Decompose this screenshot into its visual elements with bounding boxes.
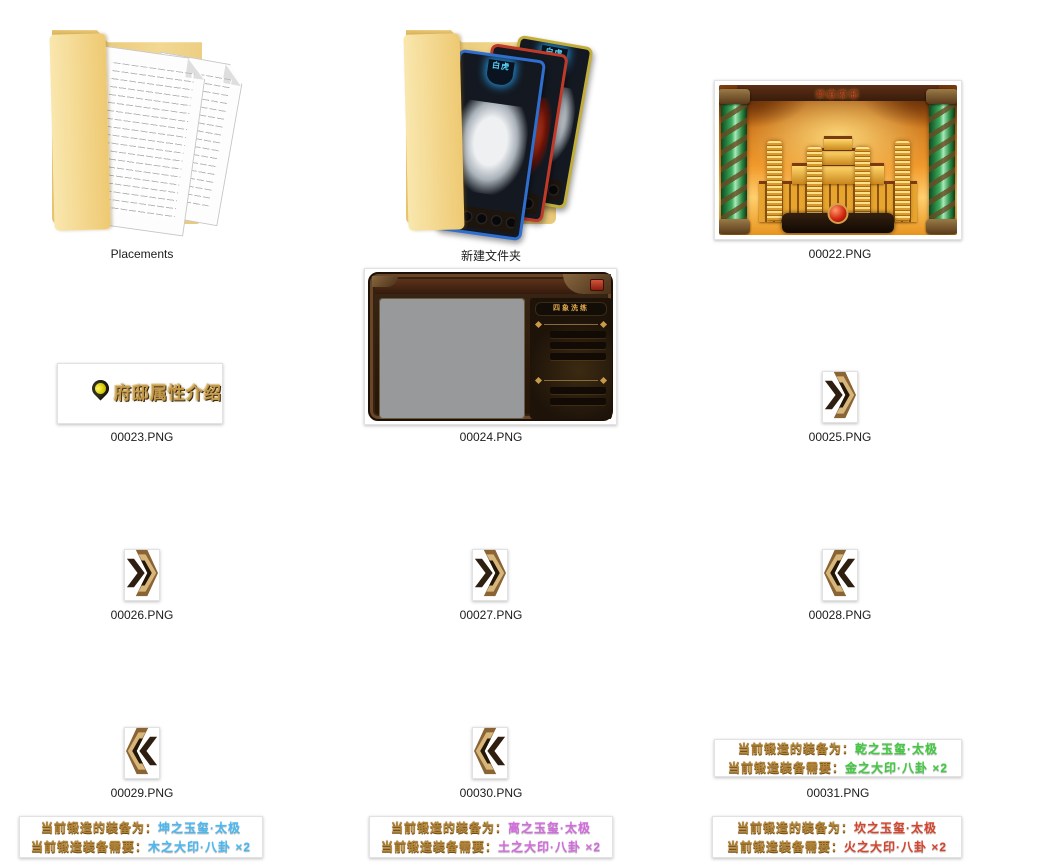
chevron-left-icon (824, 549, 856, 602)
file-label-00022[interactable]: 00022.PNG (809, 247, 872, 261)
mansion-attr-text: 府邸属性介绍 (114, 379, 222, 404)
folder-front (403, 33, 464, 230)
thumbnail-00025[interactable] (822, 371, 858, 423)
chevron-right-icon (126, 549, 158, 602)
chevron-right-icon (824, 371, 856, 424)
slot-bar (550, 353, 606, 360)
map-pin-icon (88, 376, 112, 400)
chevron-left-icon (126, 727, 158, 780)
gold-column (895, 141, 910, 221)
folder-placements-icon[interactable] (48, 8, 238, 240)
palace-title: 神庭府邸 (816, 90, 860, 100)
close-button[interactable] (590, 279, 604, 291)
game-dialog: 四象洗练 (368, 272, 613, 421)
file-label-00026[interactable]: 00026.PNG (111, 608, 174, 622)
thumbnail-00023[interactable]: 府邸属性介绍 (57, 363, 223, 424)
forge-line1: 当前锻造的装备为：离之玉玺·太极 (391, 819, 591, 836)
file-label-00024[interactable]: 00024.PNG (460, 430, 523, 444)
gold-column (855, 147, 870, 221)
thumbnail-00028[interactable] (822, 549, 858, 601)
forge-banner-purple[interactable]: 当前锻造的装备为：离之玉玺·太极 当前锻造装备需要：土之大印·八卦 ×2 (369, 816, 613, 858)
dialog-content-panel (379, 298, 525, 419)
palace-tier (792, 163, 884, 184)
file-label-00025[interactable]: 00025.PNG (809, 430, 872, 444)
slot-bar (550, 398, 606, 405)
thumbnail-00029[interactable] (124, 727, 160, 779)
forge-line1: 当前锻造的装备为：乾之玉玺·太极 (738, 740, 938, 757)
jade-pillar-left (721, 91, 747, 233)
jade-pillar-right (929, 91, 955, 233)
slot-bar (550, 331, 606, 338)
forge-line2: 当前锻造装备需要：木之大印·八卦 ×2 (31, 838, 251, 855)
file-label-placements[interactable]: Placements (111, 247, 174, 261)
file-label-newfolder[interactable]: 新建文件夹 (461, 247, 521, 264)
forge-line1: 当前锻造的装备为：坤之玉玺·太极 (41, 819, 241, 836)
chevron-left-icon (474, 727, 506, 780)
file-label-00027[interactable]: 00027.PNG (460, 608, 523, 622)
side-panel-title: 四象洗练 (535, 302, 607, 316)
thumbnail-00024[interactable]: 四象洗练 (364, 268, 617, 425)
thumbnail-00030[interactable] (472, 727, 508, 779)
slot-bar (550, 387, 606, 394)
red-orb (828, 203, 849, 224)
file-label-00030[interactable]: 00030.PNG (460, 786, 523, 800)
forge-banner-blue[interactable]: 当前锻造的装备为：坤之玉玺·太极 当前锻造装备需要：木之大印·八卦 ×2 (19, 816, 263, 858)
file-label-00023[interactable]: 00023.PNG (111, 430, 174, 444)
dialog-side-panel: 四象洗练 (530, 298, 612, 419)
file-label-00028[interactable]: 00028.PNG (809, 608, 872, 622)
forge-line2: 当前锻造装备需要：土之大印·八卦 ×2 (381, 838, 601, 855)
thumbnail-00031[interactable]: 当前锻造的装备为：乾之玉玺·太极 当前锻造装备需要：金之大印·八卦 ×2 (714, 739, 962, 777)
file-label-00031[interactable]: 00031.PNG (807, 786, 870, 800)
file-label-00029[interactable]: 00029.PNG (111, 786, 174, 800)
thumbnail-00027[interactable] (472, 549, 508, 601)
stone-platform (782, 213, 894, 233)
gold-separator (536, 322, 606, 327)
folder-front (49, 33, 110, 230)
gold-column (767, 141, 782, 221)
thumbnail-00026[interactable] (124, 549, 160, 601)
forge-line2: 当前锻造装备需要：金之大印·八卦 ×2 (728, 759, 948, 776)
thumbnail-00022[interactable]: 神庭府邸 (714, 80, 962, 240)
forge-line1: 当前锻造的装备为：坎之玉玺·太极 (737, 819, 937, 836)
gold-column (807, 147, 822, 221)
palace-tier (824, 136, 852, 150)
explorer-file-grid: Placements 白虎 白虎 新建文件夹 神庭府邸 (0, 0, 1053, 867)
folder-newfolder-icon[interactable]: 白虎 白虎 (402, 8, 582, 240)
chevron-right-icon (474, 549, 506, 602)
slot-bar (550, 342, 606, 349)
forge-line2: 当前锻造装备需要：火之大印·八卦 ×2 (727, 838, 947, 855)
palace-title-bar: 神庭府邸 (737, 85, 939, 101)
gold-separator (536, 378, 606, 383)
palace-scene: 神庭府邸 (719, 85, 957, 235)
forge-banner-red[interactable]: 当前锻造的装备为：坎之玉玺·太极 当前锻造装备需要：火之大印·八卦 ×2 (712, 816, 962, 858)
